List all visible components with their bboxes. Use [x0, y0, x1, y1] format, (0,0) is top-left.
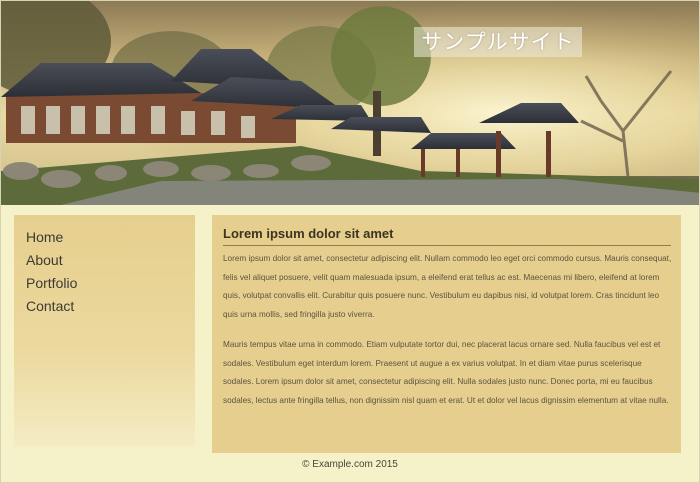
page-frame: サンプルサイト Home About Portfolio Contact Lor…	[0, 0, 700, 483]
sidebar-item-portfolio[interactable]: Portfolio	[26, 274, 195, 297]
header-banner: サンプルサイト	[1, 1, 699, 205]
sidebar-item-about[interactable]: About	[26, 251, 195, 274]
sidebar-item-home[interactable]: Home	[26, 228, 195, 251]
sidebar: Home About Portfolio Contact	[14, 215, 195, 447]
article-paragraph-1: Lorem ipsum dolor sit amet, consectetur …	[223, 254, 672, 319]
site-title: サンプルサイト	[414, 27, 582, 57]
article-heading: Lorem ipsum dolor sit amet	[223, 226, 671, 246]
sidebar-item-contact[interactable]: Contact	[26, 297, 195, 320]
main-content: Lorem ipsum dolor sit amet Lorem ipsum d…	[212, 215, 681, 453]
temple-landscape-image	[1, 1, 699, 205]
footer-copyright: © Example.com 2015	[302, 459, 398, 470]
sidebar-nav: Home About Portfolio Contact	[14, 215, 195, 320]
article-paragraph-2: Mauris tempus vitae urna in commodo. Eti…	[223, 340, 669, 405]
